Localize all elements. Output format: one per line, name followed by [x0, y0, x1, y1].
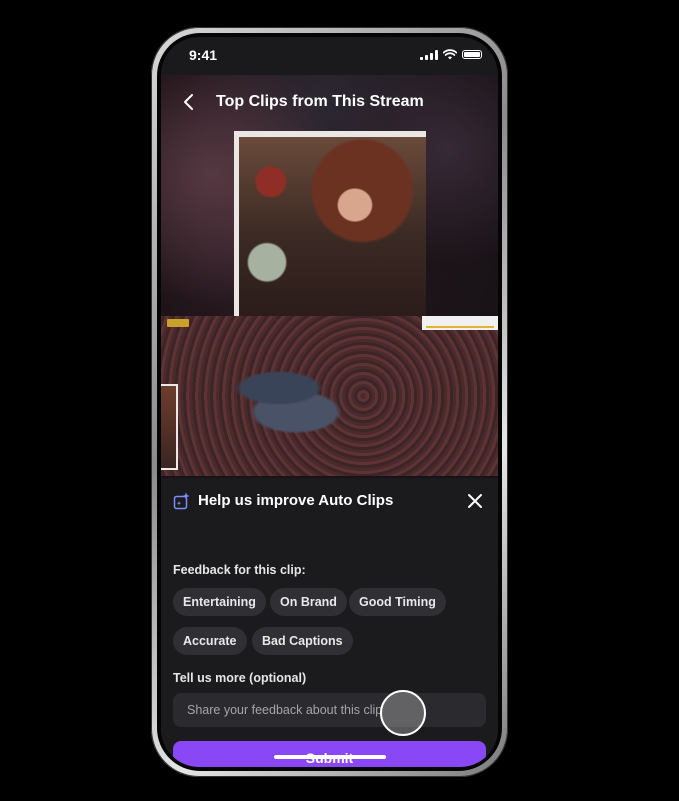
chip-accurate[interactable]: Accurate [173, 627, 247, 655]
feedback-label: Feedback for this clip: [173, 563, 306, 577]
gameplay-feed [161, 316, 498, 476]
webcam-image [239, 137, 426, 316]
page-title: Top Clips from This Stream [216, 93, 424, 110]
back-chevron-icon[interactable] [179, 91, 199, 113]
feedback-sheet-title: Help us improve Auto Clips [198, 492, 394, 509]
wifi-icon [443, 49, 457, 60]
home-indicator[interactable] [274, 755, 386, 759]
close-icon[interactable] [464, 490, 486, 512]
game-hud-bar [426, 326, 494, 328]
status-time: 9:41 [189, 47, 218, 63]
webcam-feed [234, 131, 426, 316]
status-icons [420, 49, 482, 60]
game-hud-tag [167, 319, 189, 327]
top-header: Top Clips from This Stream [161, 87, 498, 117]
submit-button[interactable]: Submit [173, 741, 486, 767]
phone-screen: 9:41 Top Clips from This Stream Help us … [161, 37, 498, 767]
feedback-sheet: Help us improve Auto Clips Feedback for … [161, 478, 498, 767]
battery-icon [462, 50, 482, 59]
chip-bad-captions[interactable]: Bad Captions [252, 627, 353, 655]
status-bar: 9:41 [161, 37, 498, 77]
clip-thumbnail-previous[interactable] [161, 384, 178, 470]
feedback-text-input[interactable]: Share your feedback about this clip [173, 693, 486, 727]
touch-indicator [380, 690, 426, 736]
chip-entertaining[interactable]: Entertaining [173, 588, 266, 616]
cellular-signal-icon [420, 49, 438, 60]
feedback-sheet-header: Help us improve Auto Clips [173, 488, 486, 512]
chip-good-timing[interactable]: Good Timing [349, 588, 446, 616]
auto-clips-sparkle-icon [173, 492, 190, 510]
tell-us-more-label: Tell us more (optional) [173, 671, 307, 685]
chip-on-brand[interactable]: On Brand [270, 588, 347, 616]
